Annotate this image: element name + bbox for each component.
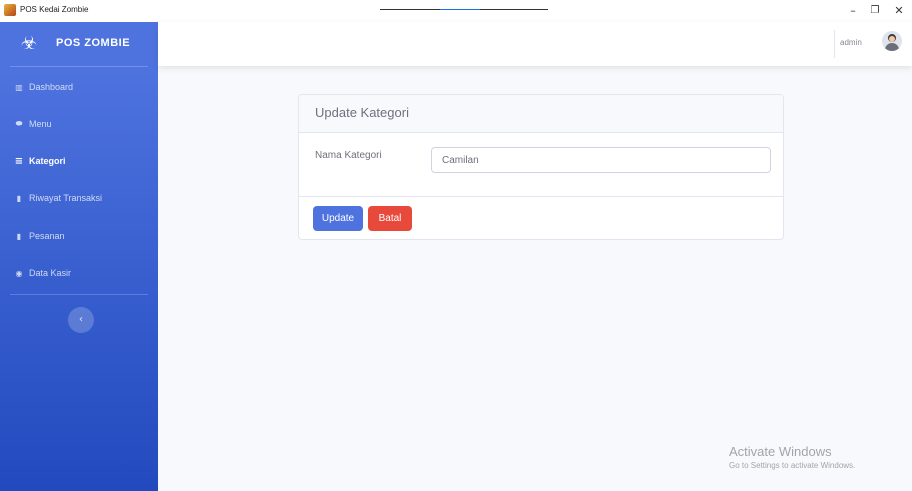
sidebar-item-label: Menu xyxy=(29,119,52,129)
activate-windows-title: Activate Windows xyxy=(729,444,832,459)
sidebar-brand[interactable]: ☣ POS ZOMBIE xyxy=(0,22,158,66)
chevron-left-icon: ‹ xyxy=(79,314,83,325)
biohazard-icon: ☣ xyxy=(20,33,38,54)
nama-kategori-input[interactable] xyxy=(431,147,771,173)
page-title: Update Kategori xyxy=(315,105,409,120)
sidebar-item-label: Riwayat Transaksi xyxy=(29,193,103,203)
window-titlebar: POS Kedai Zombie – ❐ ✕ xyxy=(0,0,912,22)
card-divider xyxy=(299,196,783,197)
titlebar-line-accent xyxy=(440,9,480,10)
sidebar: ☣ POS ZOMBIE ▥ Dashboard ⬬ Menu ≡ Katego… xyxy=(0,22,158,491)
sidebar-item-menu[interactable]: ⬬ Menu xyxy=(0,106,158,142)
sidebar-toggle-button[interactable]: ‹ xyxy=(68,307,94,333)
activate-windows-subtitle: Go to Settings to activate Windows. xyxy=(729,461,856,470)
close-icon[interactable]: ✕ xyxy=(888,2,910,20)
sidebar-item-dashboard[interactable]: ▥ Dashboard xyxy=(0,69,158,105)
maximize-icon[interactable]: ❐ xyxy=(864,2,886,20)
sidebar-divider xyxy=(10,66,148,67)
user-name[interactable]: admin xyxy=(840,38,862,47)
file-icon: ▮ xyxy=(16,231,22,241)
sidebar-divider xyxy=(10,294,148,295)
sidebar-item-label: Pesanan xyxy=(29,231,65,241)
window-title: POS Kedai Zombie xyxy=(20,5,89,14)
topbar-divider xyxy=(834,30,835,58)
sidebar-item-label: Dashboard xyxy=(29,82,74,92)
user-circle-icon: ◉ xyxy=(15,268,23,278)
batal-button[interactable]: Batal xyxy=(368,206,412,231)
app-icon xyxy=(4,4,16,16)
sidebar-item-pesanan[interactable]: ▮ Pesanan xyxy=(0,218,158,254)
list-icon: ≡ xyxy=(14,155,24,167)
sidebar-item-riwayat-transaksi[interactable]: ▮ Riwayat Transaksi xyxy=(0,180,158,216)
brand-name: POS ZOMBIE xyxy=(56,37,131,49)
sidebar-item-label: Kategori xyxy=(29,156,66,166)
update-button[interactable]: Update xyxy=(313,206,363,231)
sidebar-item-kategori[interactable]: ≡ Kategori xyxy=(0,143,158,179)
sidebar-item-label: Data Kasir xyxy=(29,268,72,278)
menu-icon: ⬬ xyxy=(15,119,23,128)
file-icon: ▮ xyxy=(16,193,22,203)
avatar-body xyxy=(885,43,899,51)
nama-kategori-label: Nama Kategori xyxy=(315,150,382,161)
avatar-face xyxy=(889,36,895,42)
minimize-icon[interactable]: – xyxy=(842,2,864,20)
sidebar-item-data-kasir[interactable]: ◉ Data Kasir xyxy=(0,255,158,291)
avatar[interactable] xyxy=(882,31,902,51)
update-kategori-card: Update Kategori Nama Kategori Update Bat… xyxy=(298,94,784,240)
dashboard-icon: ▥ xyxy=(15,82,23,92)
topbar: admin xyxy=(158,22,912,66)
card-header: Update Kategori xyxy=(299,95,783,133)
